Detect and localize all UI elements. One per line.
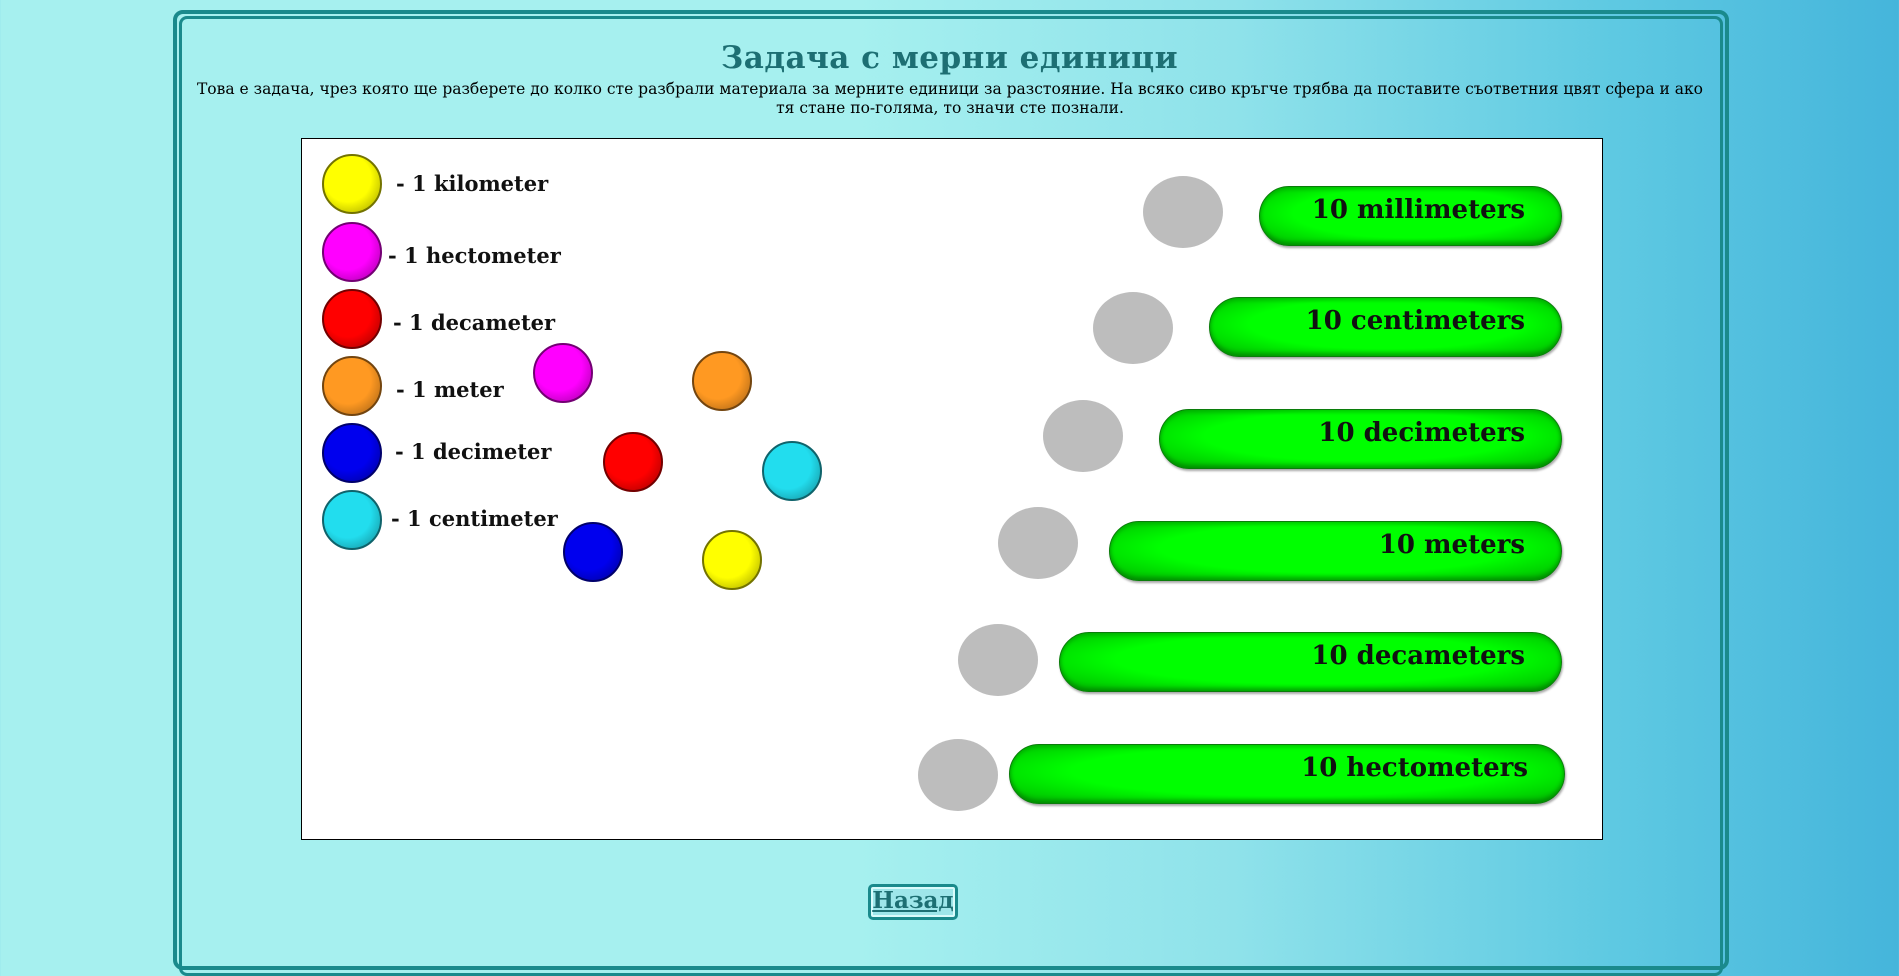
drop-target-hectometers[interactable] bbox=[918, 739, 998, 811]
draggable-sphere-cyan[interactable] bbox=[762, 441, 822, 501]
draggable-sphere-blue[interactable] bbox=[563, 522, 623, 582]
legend-sphere-decimeter bbox=[322, 423, 382, 483]
legend-sphere-centimeter bbox=[322, 490, 382, 550]
page-title: Задача с мерни единици bbox=[720, 40, 1179, 76]
legend-sphere-hectometer bbox=[322, 222, 382, 282]
back-button[interactable]: Назад bbox=[868, 884, 958, 920]
draggable-sphere-yellow[interactable] bbox=[702, 530, 762, 590]
draggable-sphere-magenta[interactable] bbox=[533, 343, 593, 403]
answer-bar-hectometers: 10 hectometers bbox=[1009, 744, 1565, 804]
drop-target-millimeters[interactable] bbox=[1143, 176, 1223, 248]
drop-target-decameters[interactable] bbox=[958, 624, 1038, 696]
answer-bar-decameters: 10 decameters bbox=[1059, 632, 1562, 692]
legend-label-hectometer: - 1 hectometer bbox=[388, 243, 561, 268]
answer-label-millimeters: 10 millimeters bbox=[1311, 195, 1525, 225]
legend-label-centimeter: - 1 centimeter bbox=[391, 506, 558, 531]
answer-bar-decimeters: 10 decimeters bbox=[1159, 409, 1562, 469]
answer-bar-millimeters: 10 millimeters bbox=[1259, 186, 1562, 246]
answer-label-centimeters: 10 centimeters bbox=[1305, 306, 1525, 336]
legend-label-decameter: - 1 decameter bbox=[393, 310, 556, 335]
answer-label-hectometers: 10 hectometers bbox=[1301, 753, 1528, 783]
answer-bar-meters: 10 meters bbox=[1109, 521, 1562, 581]
task-description: Това е задача, чрез която ще разберете д… bbox=[196, 80, 1704, 117]
answer-label-decameters: 10 decameters bbox=[1311, 641, 1525, 671]
drop-target-decimeters[interactable] bbox=[1043, 400, 1123, 472]
legend-sphere-kilometer bbox=[322, 154, 382, 214]
legend-label-meter: - 1 meter bbox=[396, 377, 504, 402]
legend-sphere-meter bbox=[322, 356, 382, 416]
drop-target-meters[interactable] bbox=[998, 507, 1078, 579]
game-board: - 1 kilometer - 1 hectometer - 1 decamet… bbox=[301, 138, 1603, 840]
draggable-sphere-red[interactable] bbox=[603, 432, 663, 492]
answer-label-meters: 10 meters bbox=[1378, 530, 1525, 560]
legend-label-kilometer: - 1 kilometer bbox=[396, 171, 549, 196]
answer-label-decimeters: 10 decimeters bbox=[1318, 418, 1525, 448]
answer-bar-centimeters: 10 centimeters bbox=[1209, 297, 1562, 357]
drop-target-centimeters[interactable] bbox=[1093, 292, 1173, 364]
legend-sphere-decameter bbox=[322, 289, 382, 349]
legend-label-decimeter: - 1 decimeter bbox=[395, 439, 552, 464]
draggable-sphere-orange[interactable] bbox=[692, 351, 752, 411]
